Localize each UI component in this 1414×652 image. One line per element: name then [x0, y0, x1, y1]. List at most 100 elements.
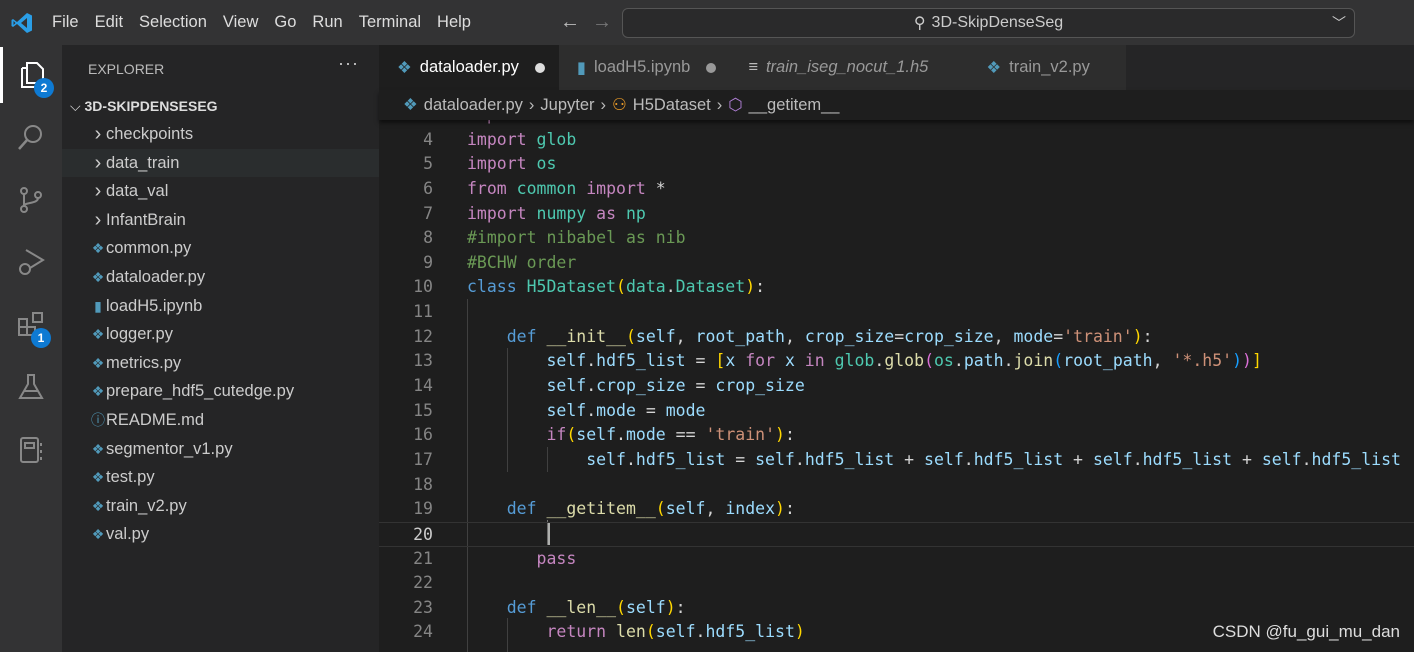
menu-selection[interactable]: Selection: [131, 0, 215, 45]
code-token: in: [794, 351, 835, 371]
file-item[interactable]: ▮ loadH5.ipynb: [62, 292, 379, 320]
code-token: (: [924, 351, 934, 371]
text-cursor: [548, 523, 550, 545]
code-token: self: [924, 449, 964, 469]
breadcrumb-file[interactable]: dataloader.py: [424, 96, 523, 115]
modified-dot-icon[interactable]: [534, 62, 545, 73]
run-debug-activity[interactable]: [0, 234, 62, 290]
code-token: (: [566, 425, 577, 445]
chevron-right-icon: ›: [528, 95, 535, 114]
file-item[interactable]: › data_val: [62, 177, 379, 205]
file-item[interactable]: ❖ dataloader.py: [62, 263, 379, 291]
code-token: *: [655, 178, 666, 198]
line-number: 11: [413, 302, 433, 322]
file-item[interactable]: ❖ segmentor_v1.py: [62, 435, 379, 463]
code-token: self: [586, 449, 626, 469]
forward-arrow-icon[interactable]: →: [592, 11, 612, 34]
breadcrumb-method[interactable]: __getitem__: [749, 96, 840, 115]
code-token: os: [934, 351, 954, 371]
testing-icon: [18, 374, 44, 399]
code-token: numpy: [536, 203, 587, 223]
line-number: 21: [413, 548, 433, 568]
search-activity[interactable]: [0, 109, 62, 165]
code-token: pass: [536, 548, 577, 568]
more-actions-icon[interactable]: ···: [338, 53, 359, 74]
code-editor[interactable]: 3import torch.utils.data as data4import …: [379, 103, 1414, 652]
code-token: path: [963, 351, 1004, 371]
menu-help[interactable]: Help: [429, 0, 479, 45]
file-item[interactable]: ❖ test.py: [62, 463, 379, 491]
menu-edit[interactable]: Edit: [87, 0, 131, 45]
code-token: join: [1013, 351, 1054, 371]
line-number: 19: [413, 499, 433, 519]
tab-loadh5-ipynb[interactable]: ▮ loadH5.ipynb: [558, 45, 731, 90]
code-token: ,: [675, 326, 696, 346]
file-item[interactable]: ❖ logger.py: [62, 320, 379, 348]
code-line: 10 class H5Dataset(data.Dataset):: [379, 275, 1414, 300]
chevron-right-icon: ›: [94, 151, 102, 174]
class-icon: ⚇: [612, 96, 627, 114]
testing-activity[interactable]: [0, 359, 62, 415]
code-token: ): [775, 499, 785, 519]
file-item[interactable]: ❖ prepare_hdf5_cutedge.py: [62, 377, 379, 405]
code-token: index: [725, 499, 776, 519]
file-item[interactable]: ⓘ README.md: [62, 406, 379, 434]
file-label: val.py: [106, 525, 150, 544]
file-item[interactable]: ❖ metrics.py: [62, 349, 379, 377]
code-token: self: [655, 622, 696, 642]
line-number: 13: [413, 351, 433, 371]
code-line: 4 import glob: [379, 128, 1414, 153]
code-token: as: [586, 203, 626, 223]
file-item[interactable]: › data_train: [62, 148, 379, 177]
code-token: hdf5_list: [635, 449, 726, 469]
tab-dataloader-py[interactable]: ❖ dataloader.py: [379, 45, 559, 90]
line-number: 16: [413, 425, 433, 445]
code-token: import: [467, 129, 537, 149]
code-token: mode: [625, 425, 666, 445]
tab-train-v2-py[interactable]: ❖ train_v2.py: [968, 45, 1126, 90]
code-token: ): [1232, 351, 1243, 371]
menu-view[interactable]: View: [215, 0, 266, 45]
project-folder-header[interactable]: ⌵ 3D-SKIPDENSESEG: [62, 95, 379, 117]
code-token: .: [616, 425, 626, 445]
tab-train-iseg-h5[interactable]: ≡ train_iseg_nocut_1.h5: [730, 45, 969, 90]
menu-terminal[interactable]: Terminal: [351, 0, 429, 45]
breadcrumb-class[interactable]: H5Dataset: [633, 96, 711, 115]
code-text: self.crop_size = crop_size: [467, 374, 804, 399]
menu-run[interactable]: Run: [304, 0, 350, 45]
notebook-icon: ▮: [94, 297, 102, 314]
file-item[interactable]: › InfantBrain: [62, 206, 379, 234]
file-item[interactable]: ❖ val.py: [62, 520, 379, 548]
file-item[interactable]: ❖ common.py: [62, 234, 379, 262]
breadcrumb-jupyter[interactable]: Jupyter: [540, 96, 594, 115]
chevron-down-icon[interactable]: ﹀: [1332, 13, 1346, 33]
code-token: #import nibabel as nib: [467, 228, 686, 248]
code-line: 9 #BCHW order: [379, 251, 1414, 276]
code-line: 16 if(self.mode == 'train'):: [379, 423, 1414, 448]
extensions-badge: 1: [31, 328, 51, 348]
code-token: :: [1142, 326, 1153, 346]
code-text: #BCHW order: [467, 251, 576, 276]
code-token: x: [784, 351, 795, 371]
modified-dot-icon[interactable]: [706, 62, 717, 73]
code-line: 11: [379, 300, 1414, 325]
file-item[interactable]: ❖ train_v2.py: [62, 492, 379, 520]
file-item[interactable]: › checkpoints: [62, 120, 379, 148]
notebook-activity[interactable]: [0, 422, 62, 478]
back-arrow-icon[interactable]: ←: [560, 11, 580, 34]
extensions-activity[interactable]: 1: [0, 297, 62, 353]
code-text: self.hdf5_list = [x for x in glob.glob(o…: [467, 349, 1262, 374]
code-token: glob: [884, 351, 925, 371]
code-token: .: [586, 376, 597, 396]
watermark: CSDN @fu_gui_mu_dan: [1212, 622, 1400, 641]
search-icon: [18, 125, 42, 150]
code-token: ]: [1251, 351, 1262, 371]
explorer-activity[interactable]: 2: [0, 47, 62, 103]
menu-go[interactable]: Go: [266, 0, 304, 45]
code-token: self: [546, 400, 587, 420]
source-control-activity[interactable]: [0, 172, 62, 228]
line-number: 14: [413, 376, 433, 396]
command-center[interactable]: ⚲ 3D-SkipDenseSeg ﹀: [622, 8, 1355, 38]
menu-file[interactable]: File: [44, 0, 87, 45]
